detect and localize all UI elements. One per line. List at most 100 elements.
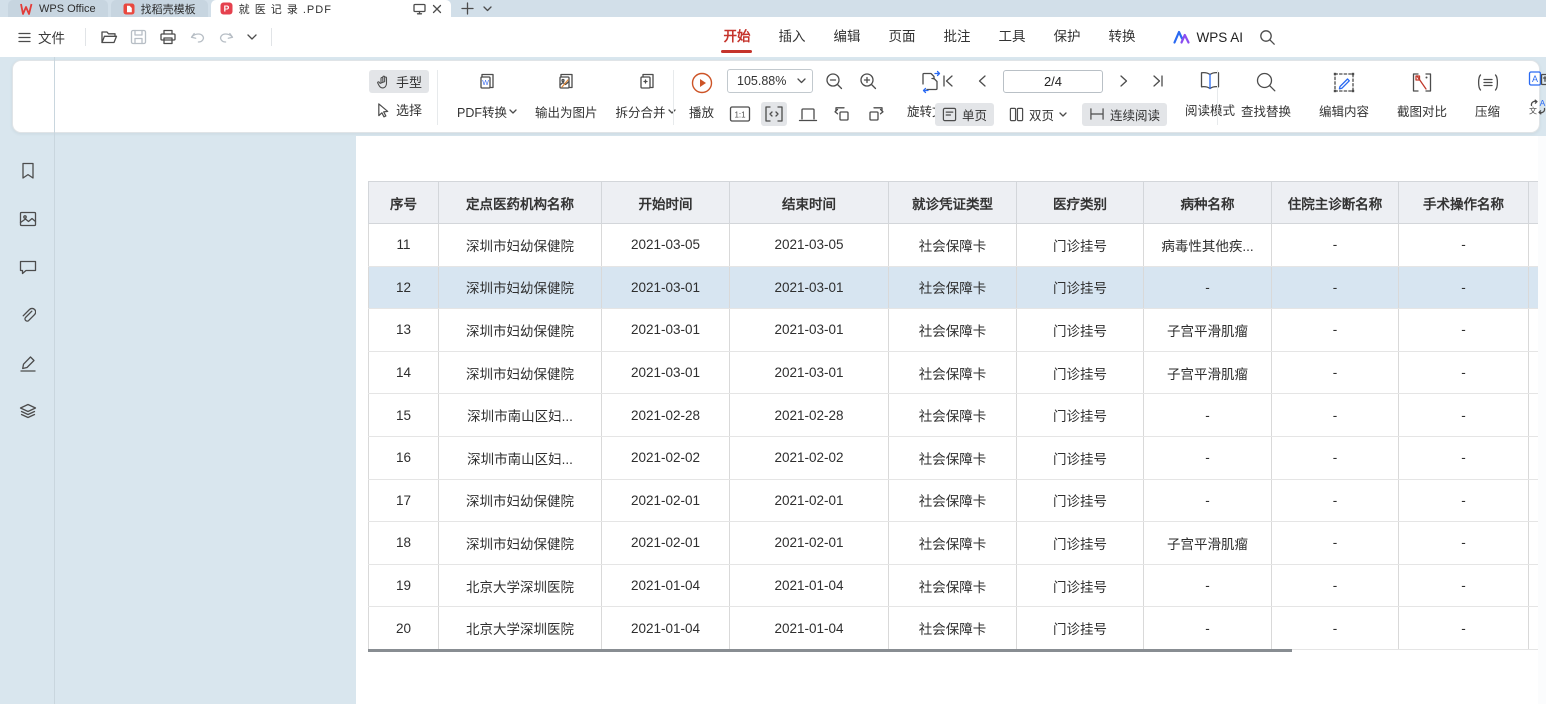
rotate-right-button[interactable]	[863, 102, 889, 126]
first-page-button[interactable]	[935, 69, 961, 93]
table-cell: -	[1399, 351, 1529, 394]
select-tool-button[interactable]: 选择	[369, 98, 429, 121]
edit-content-button[interactable]: 编辑内容	[1315, 69, 1373, 122]
menu-tab-6[interactable]: 保护	[1039, 17, 1094, 57]
page-number-input[interactable]	[1003, 70, 1103, 93]
prev-page-button[interactable]	[969, 69, 995, 93]
search-icon[interactable]	[1259, 29, 1276, 46]
table-cell: 门诊挂号	[1017, 436, 1144, 479]
table-row[interactable]: 14深圳市妇幼保健院2021-03-012021-03-01社会保障卡门诊挂号子…	[369, 351, 1539, 394]
read-mode-icon	[1197, 70, 1223, 93]
continuous-read-label: 连续阅读	[1110, 105, 1160, 124]
table-row[interactable]: 12深圳市妇幼保健院2021-03-012021-03-01社会保障卡门诊挂号-…	[369, 266, 1539, 309]
tab-wps-office[interactable]: WPS Office	[8, 0, 108, 17]
screenshot-compare-icon	[1410, 71, 1434, 94]
undo-icon[interactable]	[183, 27, 212, 47]
table-cell: 深圳市妇幼保健院	[439, 224, 602, 267]
play-button[interactable]: 播放	[685, 69, 718, 123]
compress-label: 压缩	[1475, 101, 1500, 120]
wps-ai-button[interactable]: WPS AI	[1173, 30, 1243, 45]
tab-document-active[interactable]: P 就 医 记 录 .PDF	[211, 0, 451, 17]
bookmark-icon[interactable]	[15, 158, 41, 184]
table-row[interactable]: 17深圳市妇幼保健院2021-02-012021-02-01社会保障卡门诊挂号-…	[369, 479, 1539, 522]
menu-tab-5[interactable]: 工具	[984, 17, 1039, 57]
zoom-in-button[interactable]	[855, 69, 881, 93]
close-icon[interactable]	[432, 4, 442, 14]
export-image-button[interactable]: 输出为图片	[531, 69, 602, 123]
menu-tab-0[interactable]: 开始	[709, 17, 764, 57]
table-cell: 社会保障卡	[889, 394, 1017, 437]
menu-tab-4[interactable]: 批注	[929, 17, 984, 57]
fit-page-button[interactable]	[795, 102, 821, 126]
svg-text:P: P	[223, 4, 229, 14]
open-file-icon[interactable]	[94, 26, 124, 48]
table-cell: 20	[369, 607, 439, 650]
screenshot-compare-button[interactable]: 截图对比	[1393, 69, 1451, 122]
table-cell-partial	[1529, 522, 1539, 565]
select-tool-label: 选择	[396, 100, 422, 119]
zoom-out-button[interactable]	[821, 69, 847, 93]
export-image-icon	[554, 71, 578, 95]
table-row[interactable]: 15深圳市南山区妇...2021-02-282021-02-28社会保障卡门诊挂…	[369, 394, 1539, 437]
read-mode-button[interactable]: 阅读模式	[1181, 68, 1239, 127]
comment-icon[interactable]	[15, 254, 41, 280]
actual-size-button[interactable]: 1:1	[727, 102, 753, 126]
table-cell: 2021-03-05	[602, 224, 730, 267]
menu-tab-3[interactable]: 页面	[874, 17, 929, 57]
table-row[interactable]: 11深圳市妇幼保健院2021-03-052021-03-05社会保障卡门诊挂号病…	[369, 224, 1539, 267]
table-cell: 社会保障卡	[889, 436, 1017, 479]
print-icon[interactable]	[153, 26, 183, 48]
compress-button[interactable]: 压缩	[1471, 69, 1504, 122]
pdf-convert-button[interactable]: W PDF转换	[453, 69, 521, 123]
read-mode-label: 阅读模式	[1185, 100, 1235, 119]
hamburger-icon	[18, 32, 31, 43]
fit-width-button[interactable]	[761, 102, 787, 126]
toolbar-options-chevron-icon[interactable]	[241, 31, 263, 43]
table-row[interactable]: 19北京大学深圳医院2021-01-042021-01-04社会保障卡门诊挂号-…	[369, 564, 1539, 607]
table-cell: 16	[369, 436, 439, 479]
find-replace-button[interactable]: 查找替换	[1237, 69, 1295, 122]
paperclip-icon[interactable]	[15, 302, 41, 328]
signature-pen-icon[interactable]	[15, 350, 41, 376]
layers-icon[interactable]	[15, 398, 41, 424]
table-row[interactable]: 16深圳市南山区妇...2021-02-022021-02-02社会保障卡门诊挂…	[369, 436, 1539, 479]
table-cell: 社会保障卡	[889, 351, 1017, 394]
word-translate-button[interactable]: 文A 划词翻译	[1528, 97, 1546, 116]
new-tab-button[interactable]	[461, 2, 474, 15]
play-icon	[690, 71, 714, 95]
save-icon[interactable]	[124, 26, 153, 48]
continuous-read-button[interactable]: 连续阅读	[1082, 103, 1167, 126]
full-text-translate-button[interactable]: A 全文翻译	[1528, 69, 1546, 88]
table-cell: 13	[369, 309, 439, 352]
double-page-mode-button[interactable]: 双页	[1002, 103, 1074, 126]
table-cell: 18	[369, 522, 439, 565]
table-cell: 门诊挂号	[1017, 394, 1144, 437]
rotate-left-button[interactable]	[829, 102, 855, 126]
table-cell: 病毒性其他疾...	[1144, 224, 1272, 267]
next-page-button[interactable]	[1111, 69, 1137, 93]
table-row[interactable]: 18深圳市妇幼保健院2021-02-012021-02-01社会保障卡门诊挂号子…	[369, 522, 1539, 565]
file-menu-button[interactable]: 文件	[18, 27, 65, 47]
vertical-scrollbar[interactable]	[1538, 136, 1546, 704]
menu-tab-2[interactable]: 编辑	[819, 17, 874, 57]
split-merge-button[interactable]: 拆分合并	[612, 69, 680, 123]
pdf-page[interactable]: 序号定点医药机构名称开始时间结束时间就诊凭证类型医疗类别病种名称住院主诊断名称手…	[356, 136, 1538, 704]
table-cell: -	[1272, 224, 1399, 267]
thumbnail-image-icon[interactable]	[15, 206, 41, 232]
tab-docer-templates[interactable]: 找稻壳模板	[111, 0, 208, 17]
hand-tool-button[interactable]: 手型	[369, 70, 429, 93]
tab-list-chevron-icon[interactable]	[483, 6, 492, 12]
column-header: 住院主诊断名称	[1272, 182, 1399, 224]
last-page-button[interactable]	[1145, 69, 1171, 93]
single-page-mode-button[interactable]: 单页	[935, 103, 994, 126]
redo-icon[interactable]	[212, 27, 241, 47]
table-cell: -	[1399, 224, 1529, 267]
table-row[interactable]: 13深圳市妇幼保健院2021-03-012021-03-01社会保障卡门诊挂号子…	[369, 309, 1539, 352]
split-merge-icon	[634, 71, 658, 95]
table-row[interactable]: 20北京大学深圳医院2021-01-042021-01-04社会保障卡门诊挂号-…	[369, 607, 1539, 650]
zoom-level-select[interactable]: 105.88%	[727, 69, 813, 93]
svg-text:W: W	[482, 80, 489, 87]
menu-tab-7[interactable]: 转换	[1094, 17, 1149, 57]
monitor-icon[interactable]	[413, 3, 426, 15]
menu-tab-1[interactable]: 插入	[764, 17, 819, 57]
